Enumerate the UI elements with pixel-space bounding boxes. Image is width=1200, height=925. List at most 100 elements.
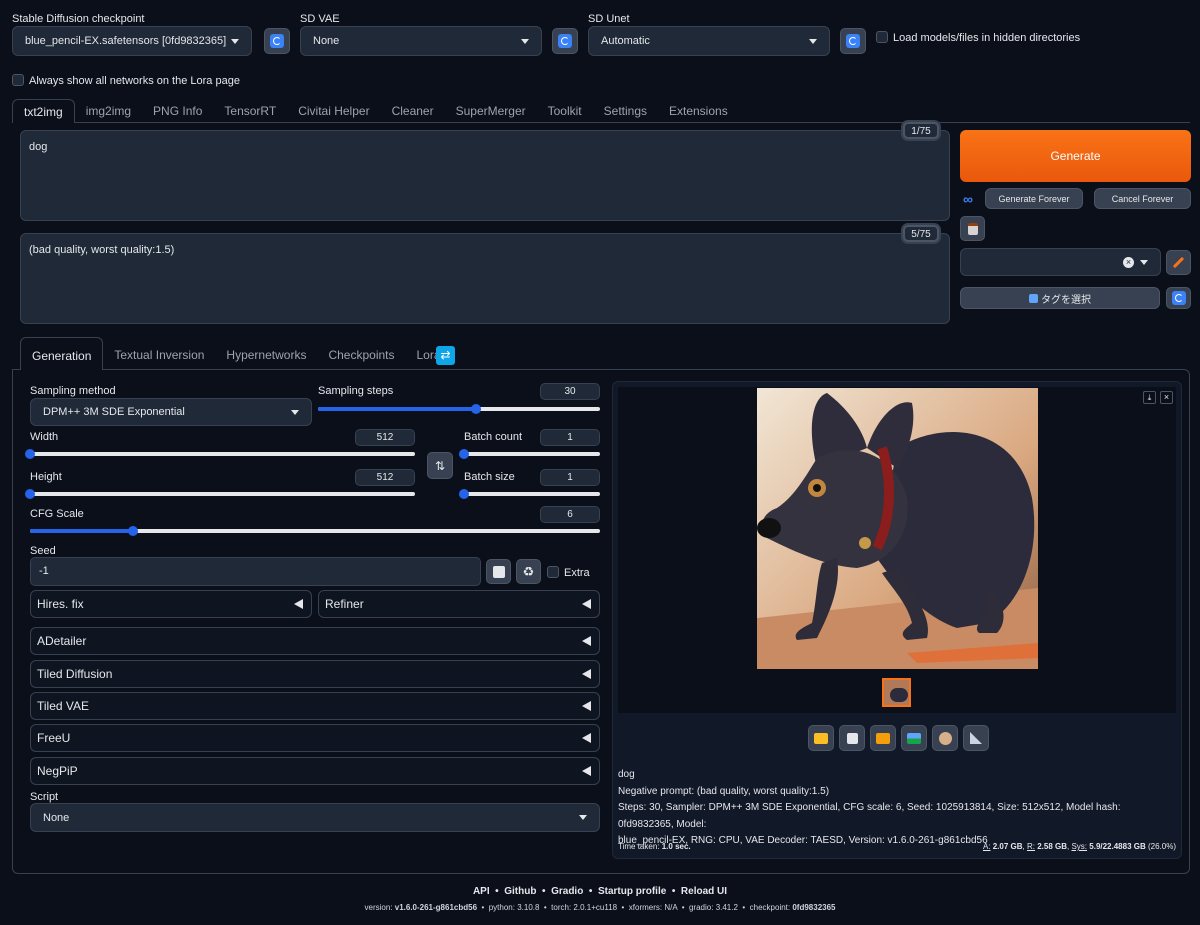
reuse-seed-button[interactable]: ♻ <box>516 559 541 584</box>
extra-checkbox[interactable] <box>547 566 559 578</box>
tab-img2img[interactable]: img2img <box>75 99 142 123</box>
slider-handle[interactable] <box>470 404 481 414</box>
tab-txt2img[interactable]: txt2img <box>12 99 75 123</box>
style-dropdown[interactable]: × <box>960 248 1161 276</box>
send-to-inpaint-button[interactable] <box>932 725 958 751</box>
mem-a-label: A: <box>982 842 991 851</box>
width-slider[interactable] <box>25 449 415 459</box>
height-input[interactable]: 512 <box>355 469 415 486</box>
picture-icon <box>907 732 921 744</box>
seed-input[interactable]: -1 <box>30 557 481 586</box>
checkpoint-dropdown[interactable]: blue_pencil-EX.safetensors [0fd9832365] <box>12 26 252 56</box>
negative-token-counter: 5/75 <box>903 225 939 242</box>
tab-settings[interactable]: Settings <box>593 99 658 123</box>
width-input[interactable]: 512 <box>355 429 415 446</box>
cfg-slider[interactable] <box>30 526 600 536</box>
python-label: python: <box>488 903 515 912</box>
batch-size-slider[interactable] <box>459 489 600 499</box>
gradio-label: gradio: <box>688 903 714 912</box>
negative-prompt-textarea[interactable]: (bad quality, worst quality:1.5) <box>20 233 950 324</box>
hidden-dirs-checkbox[interactable] <box>876 31 888 43</box>
tag-select-label: タグを選択 <box>1041 294 1091 306</box>
footer-link-gradio[interactable]: Gradio <box>551 886 583 897</box>
checkpoint-value: blue_pencil-EX.safetensors [0fd9832365] <box>25 35 227 47</box>
footer-link-github[interactable]: Github <box>504 886 536 897</box>
adetailer-accordion[interactable]: ADetailer <box>30 627 600 655</box>
swap-dimensions-button[interactable]: ⇅ <box>427 452 453 479</box>
paste-button[interactable] <box>960 216 985 241</box>
download-icon[interactable]: ⤓ <box>1143 391 1156 404</box>
negpip-label: NegPiP <box>37 764 78 778</box>
refiner-accordion[interactable]: Refiner <box>318 590 600 618</box>
vae-dropdown[interactable]: None <box>300 26 542 56</box>
freeu-label: FreeU <box>37 731 71 745</box>
close-icon[interactable]: × <box>1160 391 1173 404</box>
batch-count-input[interactable]: 1 <box>540 429 600 446</box>
gallery-thumbnail[interactable] <box>882 678 911 707</box>
tab-hypernetworks[interactable]: Hypernetworks <box>215 337 317 370</box>
unet-dropdown[interactable]: Automatic <box>588 26 830 56</box>
random-seed-button[interactable] <box>486 559 511 584</box>
batch-count-slider[interactable] <box>459 449 600 459</box>
refresh-networks-button[interactable]: ⇄ <box>436 346 455 365</box>
footer-link-reload-ui[interactable]: Reload UI <box>681 886 727 897</box>
slider-handle[interactable] <box>25 489 35 499</box>
freeu-accordion[interactable]: FreeU <box>30 724 600 752</box>
collapse-arrow-icon <box>582 599 591 609</box>
script-dropdown[interactable]: None <box>30 803 600 832</box>
mem-r-label: R: <box>1026 842 1035 851</box>
cycle-icon: ⇄ <box>440 348 451 362</box>
footer-link-api[interactable]: API <box>473 886 490 897</box>
refresh-checkpoint-button[interactable] <box>264 28 290 54</box>
zip-button[interactable] <box>870 725 896 751</box>
generate-forever-button[interactable]: Generate Forever <box>985 188 1083 209</box>
collapse-arrow-icon <box>582 669 591 679</box>
info-negative: Negative prompt: (bad quality, worst qua… <box>618 785 830 797</box>
tab-textual-inversion[interactable]: Textual Inversion <box>103 337 215 370</box>
sampling-steps-slider[interactable] <box>318 404 600 414</box>
edit-styles-button[interactable] <box>1166 250 1191 275</box>
tab-cleaner[interactable]: Cleaner <box>381 99 445 123</box>
tab-checkpoints[interactable]: Checkpoints <box>317 337 405 370</box>
slider-handle[interactable] <box>459 489 469 499</box>
height-slider[interactable] <box>25 489 415 499</box>
tab-toolkit[interactable]: Toolkit <box>537 99 593 123</box>
generate-button[interactable]: Generate <box>960 130 1191 182</box>
tiled-vae-accordion[interactable]: Tiled VAE <box>30 692 600 720</box>
save-button[interactable] <box>839 725 865 751</box>
clear-icon[interactable]: × <box>1123 256 1134 268</box>
memory-stats: A: 2.07 GB, R: 2.58 GB, Sys: 5.9/22.4883… <box>982 842 1176 851</box>
negpip-accordion[interactable]: NegPiP <box>30 757 600 785</box>
footer-link-startup-profile[interactable]: Startup profile <box>598 886 666 897</box>
mem-a: 2.07 GB <box>992 842 1023 851</box>
send-to-extras-button[interactable] <box>963 725 989 751</box>
refresh-tags-button[interactable] <box>1166 287 1191 309</box>
tag-select-button[interactable]: タグを選択 <box>960 287 1160 309</box>
refresh-unet-button[interactable] <box>840 28 866 54</box>
send-to-img2img-button[interactable] <box>901 725 927 751</box>
refresh-vae-button[interactable] <box>552 28 578 54</box>
cancel-forever-button[interactable]: Cancel Forever <box>1094 188 1191 209</box>
tab-tensorrt[interactable]: TensorRT <box>213 99 287 123</box>
sampling-method-label: Sampling method <box>30 385 116 397</box>
slider-handle[interactable] <box>459 449 469 459</box>
tab-extensions[interactable]: Extensions <box>658 99 739 123</box>
batch-size-input[interactable]: 1 <box>540 469 600 486</box>
tab-png-info[interactable]: PNG Info <box>142 99 213 123</box>
open-folder-button[interactable] <box>808 725 834 751</box>
tiled-vae-label: Tiled VAE <box>37 699 90 713</box>
prompt-textarea[interactable]: dog <box>20 130 950 221</box>
adetailer-label: ADetailer <box>37 634 87 648</box>
tab-supermerger[interactable]: SuperMerger <box>445 99 537 123</box>
hires-fix-accordion[interactable]: Hires. fix <box>30 590 312 618</box>
sampling-method-dropdown[interactable]: DPM++ 3M SDE Exponential <box>30 398 312 426</box>
slider-handle[interactable] <box>25 449 35 459</box>
tab-generation[interactable]: Generation <box>20 337 104 370</box>
sampling-steps-input[interactable]: 30 <box>540 383 600 400</box>
tab-civitai-helper[interactable]: Civitai Helper <box>287 99 380 123</box>
cfg-input[interactable]: 6 <box>540 506 600 523</box>
generated-image[interactable] <box>757 388 1038 669</box>
lora-show-checkbox[interactable] <box>12 74 24 86</box>
tiled-diffusion-accordion[interactable]: Tiled Diffusion <box>30 660 600 688</box>
slider-handle[interactable] <box>127 526 138 536</box>
